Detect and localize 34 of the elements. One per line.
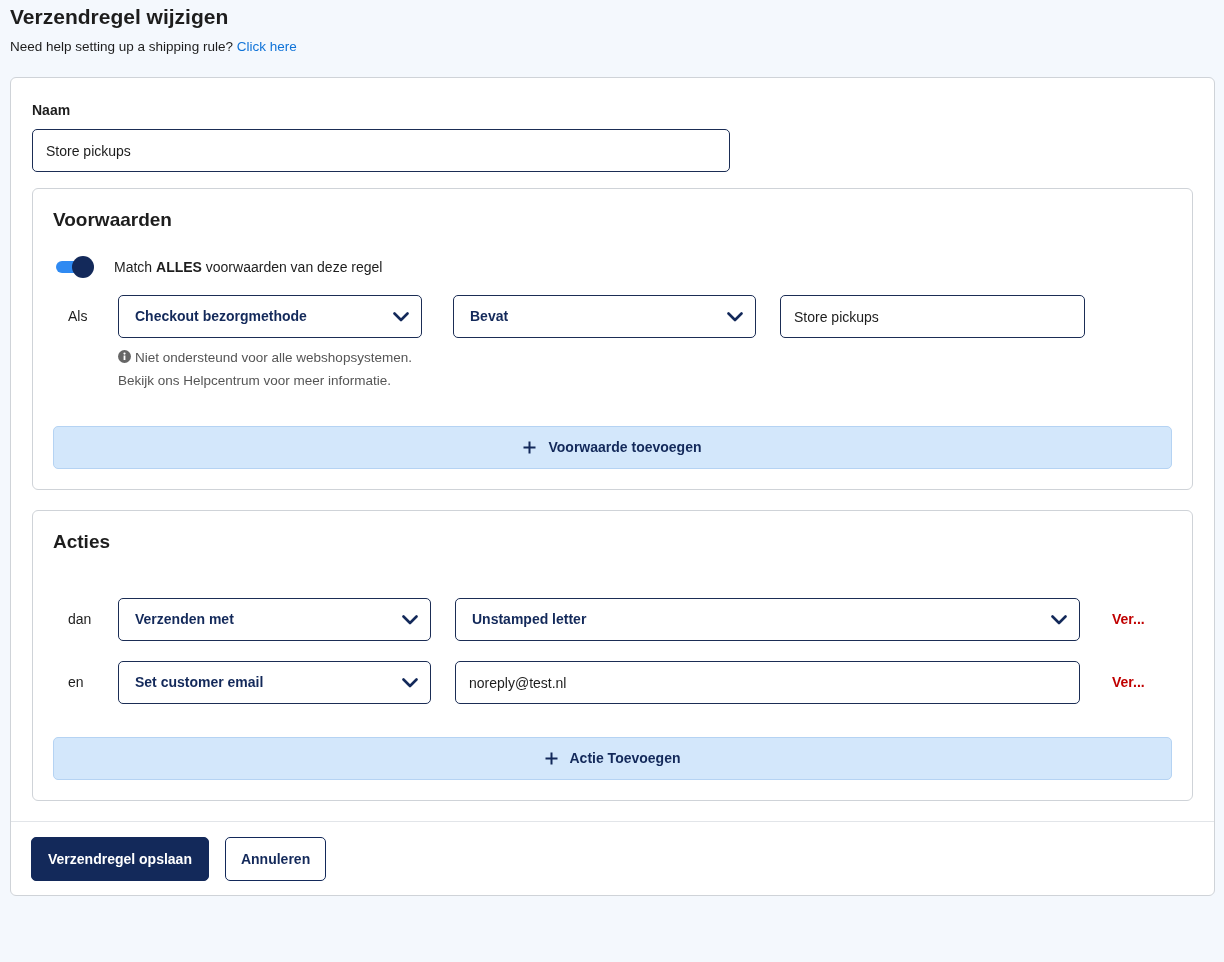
connector-label: Als (67, 307, 89, 327)
help-text: Need help setting up a shipping rule? Click here (10, 38, 298, 57)
value-field[interactable]: Store pickups (780, 295, 1085, 339)
help-link[interactable]: Click here (236, 39, 297, 55)
action-dropdown[interactable]: Verzenden met (118, 598, 431, 642)
cancel-button[interactable]: Annuleren (224, 837, 327, 882)
connector-label: dan (67, 610, 93, 630)
info-note: Niet ondersteund voor alle webshopsystemen. Bekijk ons Helpcentrum voor meer informatie. (118, 349, 413, 391)
add-action-button[interactable]: Actie Toevoegen (53, 737, 1172, 781)
plus-icon (523, 441, 537, 455)
plus-icon (544, 752, 558, 766)
info-icon (118, 350, 131, 364)
chevron-down-icon (393, 311, 409, 322)
chevron-down-icon (1051, 614, 1067, 625)
argument-field[interactable]: noreply@test.nl (455, 661, 1080, 705)
toggle-label: Match ALLES voorwaarden van deze regel (114, 257, 383, 277)
toggle-switch[interactable] (56, 256, 94, 279)
chevron-down-icon (402, 677, 418, 688)
add-condition-button[interactable]: Voorwaarde toevoegen (53, 426, 1172, 470)
chevron-down-icon (727, 311, 743, 322)
field-dropdown[interactable]: Checkout bezorgmethode (118, 295, 422, 339)
section-title: Acties (53, 531, 112, 555)
chevron-down-icon (402, 614, 418, 625)
section-title: Voorwaarden (53, 209, 173, 233)
page-title: Verzendregel wijzigen (10, 4, 230, 30)
operator-dropdown[interactable]: Bevat (453, 295, 756, 339)
field-label: Naam (32, 101, 72, 121)
remove-link[interactable]: Ver... (1112, 672, 1145, 694)
argument-dropdown[interactable]: Unstamped letter (455, 598, 1080, 642)
connector-label: en (67, 673, 85, 693)
name-field[interactable]: Store pickups (32, 129, 730, 173)
remove-link[interactable]: Ver... (1112, 609, 1145, 631)
action-dropdown[interactable]: Set customer email (118, 661, 431, 705)
save-button[interactable]: Verzendregel opslaan (31, 837, 209, 882)
